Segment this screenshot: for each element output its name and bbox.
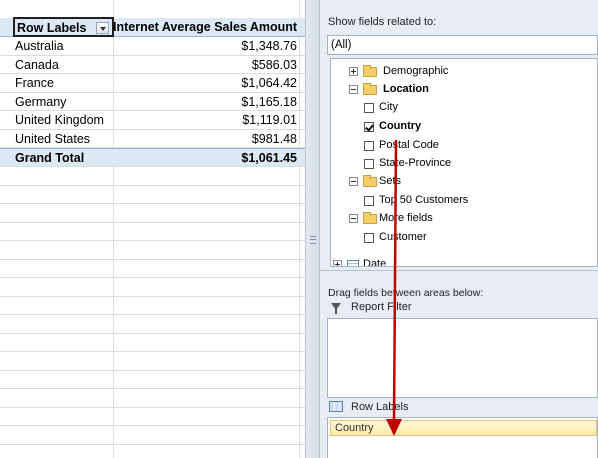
value-cell[interactable]: $1,119.01 xyxy=(113,111,299,129)
row-labels-area-label: Row Labels xyxy=(351,401,409,413)
empty-row xyxy=(0,260,305,279)
expand-plus-icon[interactable] xyxy=(349,67,358,76)
empty-row xyxy=(0,223,305,242)
empty-row xyxy=(0,426,305,445)
empty-row xyxy=(0,389,305,408)
row-label-cell[interactable]: United Kingdom xyxy=(0,111,113,129)
value-cell[interactable]: $1,165.18 xyxy=(113,93,299,111)
tree-item-label: Date xyxy=(363,258,387,267)
report-filter-label: Report Filter xyxy=(351,301,412,313)
collapse-minus-icon[interactable] xyxy=(349,177,358,186)
tree-item-label: Location xyxy=(383,83,429,95)
row-labels-header-text: Row Labels xyxy=(17,21,87,35)
pivot-data-row: Canada $586.03 xyxy=(0,56,305,75)
more-fields-folder-icon xyxy=(363,212,377,224)
empty-row xyxy=(0,408,305,427)
grand-total-label[interactable]: Grand Total xyxy=(0,149,113,167)
collapse-minus-icon[interactable] xyxy=(349,214,358,223)
open-folder-icon xyxy=(363,175,377,187)
collapse-minus-icon[interactable] xyxy=(349,85,358,94)
tree-item-date[interactable]: Date xyxy=(333,256,583,267)
tree-item-label: Country xyxy=(379,120,422,132)
value-cell[interactable]: $1,064.42 xyxy=(113,74,299,92)
tree-item-more-fields[interactable]: More fields xyxy=(349,210,589,227)
pane-splitter[interactable] xyxy=(305,0,320,458)
empty-row xyxy=(0,371,305,390)
folder-icon xyxy=(363,65,377,77)
empty-row xyxy=(0,167,305,186)
value-cell[interactable]: $1,348.76 xyxy=(113,37,299,55)
row-label-cell[interactable]: United States xyxy=(0,130,113,148)
value-cell[interactable]: $586.03 xyxy=(113,56,299,74)
empty-row xyxy=(0,204,305,223)
tree-item-country[interactable]: Country xyxy=(364,118,584,135)
pivot-data-row: France $1,064.42 xyxy=(0,74,305,93)
tree-item-label: Sets xyxy=(379,175,402,187)
tree-item-postal-code[interactable]: Postal Code xyxy=(364,137,584,154)
empty-row xyxy=(0,315,305,334)
tree-item-sets[interactable]: Sets xyxy=(349,173,589,190)
country-field-chip[interactable]: Country xyxy=(330,420,597,436)
date-table-icon xyxy=(347,260,359,266)
open-folder-icon xyxy=(363,83,377,95)
pivot-data-row: Australia $1,348.76 xyxy=(0,37,305,56)
tree-item-state-province[interactable]: State-Province xyxy=(364,155,584,172)
empty-row xyxy=(0,334,305,353)
pivot-field-list-pane: Show fields related to: (All) Demographi… xyxy=(320,0,598,458)
tree-item-label: Postal Code xyxy=(379,139,439,151)
filter-funnel-icon xyxy=(331,303,341,314)
empty-row xyxy=(0,445,305,458)
pivot-areas-section: Drag fields between areas below: Report … xyxy=(320,270,598,458)
grand-total-row: Grand Total $1,061.45 xyxy=(0,148,305,167)
value-cell[interactable]: $981.48 xyxy=(113,130,299,148)
show-fields-label: Show fields related to: xyxy=(328,16,437,28)
tree-item-city[interactable]: City xyxy=(364,99,584,116)
row-label-cell[interactable]: Australia xyxy=(0,37,113,55)
tree-item-top-50-customers[interactable]: Top 50 Customers xyxy=(364,192,584,209)
tree-item-customer[interactable]: Customer xyxy=(364,229,584,246)
empty-row xyxy=(0,297,305,316)
related-fields-select[interactable]: (All) xyxy=(327,35,598,55)
expand-plus-icon[interactable] xyxy=(333,260,342,266)
row-label-cell[interactable]: France xyxy=(0,74,113,92)
pivot-data-row: United States $981.48 xyxy=(0,130,305,149)
tree-item-label: City xyxy=(379,101,398,113)
row-labels-header-cell[interactable]: Row Labels xyxy=(13,17,114,37)
report-filter-drop-area[interactable] xyxy=(327,318,598,398)
tree-item-demographic[interactable]: Demographic xyxy=(349,63,589,80)
empty-row xyxy=(0,352,305,371)
field-tree[interactable]: Demographic Location City Country Postal… xyxy=(330,58,598,267)
empty-row xyxy=(0,186,305,205)
tree-item-label: Top 50 Customers xyxy=(379,194,469,206)
empty-row xyxy=(0,278,305,297)
country-checkbox[interactable] xyxy=(364,122,374,132)
pivot-data-row: United Kingdom $1,119.01 xyxy=(0,111,305,130)
tree-item-label: Customer xyxy=(379,231,427,243)
tree-item-label: Demographic xyxy=(383,65,449,77)
splitter-grip-icon[interactable] xyxy=(310,236,316,244)
tree-item-label: State-Province xyxy=(379,157,452,169)
row-labels-drop-area[interactable]: Country xyxy=(327,417,598,458)
tree-item-location[interactable]: Location xyxy=(349,81,589,98)
row-label-cell[interactable]: Germany xyxy=(0,93,113,111)
row-labels-icon xyxy=(329,401,343,412)
pivot-data-row: Germany $1,165.18 xyxy=(0,93,305,112)
customer-checkbox[interactable] xyxy=(364,233,374,243)
drag-fields-label: Drag fields between areas below: xyxy=(328,287,484,299)
grand-total-value[interactable]: $1,061.45 xyxy=(113,149,299,167)
city-checkbox[interactable] xyxy=(364,103,374,113)
top-50-checkbox[interactable] xyxy=(364,196,374,206)
tree-item-label: More fields xyxy=(379,212,433,224)
pivot-header-row: Row Labels Internet Average Sales Amount xyxy=(0,17,305,37)
filter-dropdown-icon[interactable] xyxy=(96,22,109,34)
measure-header-cell[interactable]: Internet Average Sales Amount xyxy=(113,18,299,36)
empty-row xyxy=(0,241,305,260)
pivot-table-sheet: Row Labels Internet Average Sales Amount… xyxy=(0,0,305,458)
state-province-checkbox[interactable] xyxy=(364,159,374,169)
row-label-cell[interactable]: Canada xyxy=(0,56,113,74)
postal-code-checkbox[interactable] xyxy=(364,141,374,151)
